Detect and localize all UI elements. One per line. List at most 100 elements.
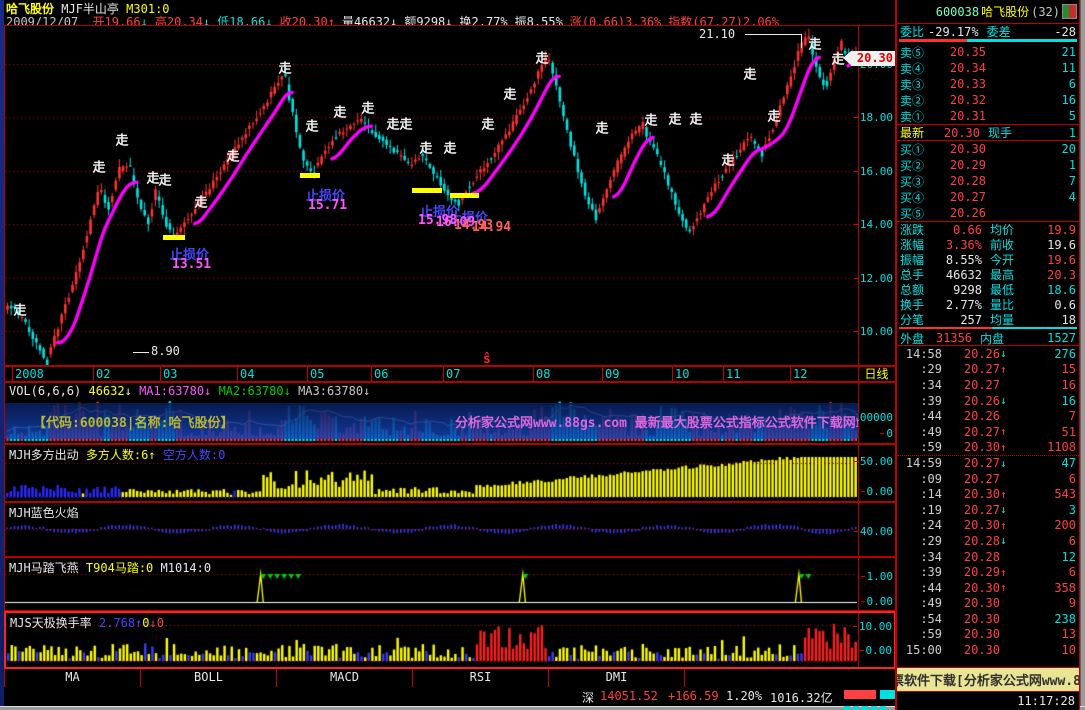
period-label[interactable]: 日线 bbox=[864, 367, 888, 381]
lanse-canvas[interactable] bbox=[5, 503, 857, 556]
bid-label: 买④ bbox=[900, 189, 934, 206]
tick-row: :2920.27↑15 bbox=[897, 362, 1079, 378]
tick-time: :49 bbox=[900, 596, 942, 610]
tick-direction-arrow: ↑ bbox=[1000, 363, 1012, 376]
tick-direction-arrow: ↑ bbox=[1000, 488, 1012, 501]
ask-volume: 16 bbox=[986, 93, 1076, 107]
ad-banner-site: 分析家公式网www.88gs.com 最新最大股票公式指标公式软件下载网站 bbox=[455, 412, 858, 431]
tick-time: :54 bbox=[900, 612, 942, 626]
ask-label: 卖② bbox=[900, 92, 934, 109]
stats-row: 总手46632最高20.3 bbox=[897, 267, 1079, 282]
stat-label: 均量 bbox=[990, 311, 1024, 328]
price-axis-tick: 10.00 bbox=[860, 325, 893, 338]
zou-mark: 走 bbox=[305, 116, 318, 135]
month-label: 03 bbox=[163, 367, 177, 381]
main-plot[interactable]: 走走走走走走走走走走走走走走走走走走走走走走走走走走走止损价止损价止损价止损价1… bbox=[5, 26, 859, 365]
ask-levels: 卖⑤20.3521卖④20.3411卖③20.336卖②20.3216卖①20.… bbox=[897, 44, 1079, 124]
vol-value: 46632 bbox=[88, 384, 124, 398]
weibi-row: 委比 -29.17% 委差 -28 bbox=[897, 24, 1079, 39]
tick-price: 20.30 bbox=[942, 581, 1000, 595]
zou-mark: 走 bbox=[743, 64, 756, 83]
tick-price: 20.30 bbox=[942, 612, 1000, 626]
zou-mark: 走 bbox=[194, 192, 207, 211]
month-label: 10 bbox=[675, 367, 689, 381]
adv-block-icon bbox=[844, 690, 876, 699]
scroll-ad-banner[interactable]: 票软件下载[分析家公式网www.88gs.com] bbox=[897, 667, 1079, 691]
ask-label: 卖④ bbox=[900, 60, 934, 77]
ad-banner-overlay[interactable]: 【代码:600038|名称:哈飞股份】 分析家公式网www.88gs.com 最… bbox=[5, 403, 858, 439]
market-meter-icon bbox=[844, 700, 896, 710]
tick-volume: 7 bbox=[1012, 409, 1076, 423]
tick-volume: 6 bbox=[1012, 472, 1076, 486]
ask-volume: 11 bbox=[986, 61, 1076, 75]
tab-dmi[interactable]: DMI bbox=[549, 669, 685, 687]
zou-mark: 走 bbox=[13, 300, 26, 319]
tick-time: :09 bbox=[900, 472, 942, 486]
window-frame-right bbox=[1080, 0, 1085, 710]
bid-label: 买① bbox=[900, 141, 934, 158]
tick-volume: 238 bbox=[1012, 612, 1076, 626]
stop-loss-value: 15.71 bbox=[308, 198, 347, 213]
stat-value: 8.55% bbox=[934, 253, 982, 267]
high-pointer-line bbox=[745, 34, 801, 35]
tick-price: 20.30 bbox=[942, 440, 1000, 454]
tab-boll[interactable]: BOLL bbox=[141, 669, 277, 687]
ask-price: 20.32 bbox=[934, 93, 986, 107]
stop-loss-value: 14.94 bbox=[472, 220, 511, 235]
tick-row: 15:0020.3010 bbox=[897, 642, 1079, 658]
vol-scale-bottom: 0 bbox=[886, 427, 893, 440]
tick-volume: 16 bbox=[1012, 394, 1076, 408]
zou-mark: 走 bbox=[595, 118, 608, 137]
tab-rsi[interactable]: RSI bbox=[413, 669, 549, 687]
month-tick-line bbox=[723, 367, 724, 381]
tick-time: 15:00 bbox=[900, 643, 942, 657]
quote-header[interactable]: 600038 哈飞股份 (32) bbox=[897, 0, 1079, 24]
price-axis-tick: 18.00 bbox=[860, 111, 893, 124]
inner-value: 1527 bbox=[1004, 331, 1076, 345]
volume-pane: VOL(6,6,6) 46632↓ MA1:63780↓ MA2:63780↓ … bbox=[4, 382, 896, 444]
tick-row: :5920.30↑1108 bbox=[897, 440, 1079, 456]
ask-label: 卖⑤ bbox=[900, 44, 934, 61]
current-price-tag: 20.30 bbox=[851, 51, 895, 66]
latest-label: 最新 bbox=[900, 124, 934, 141]
tick-row: :2420.30↑200 bbox=[897, 518, 1079, 534]
tick-price: 20.27 bbox=[942, 503, 1000, 517]
ask-level-row: 卖②20.3216 bbox=[897, 92, 1079, 108]
tick-time: 14:58 bbox=[900, 347, 942, 361]
bid-price: 20.30 bbox=[934, 142, 986, 156]
quote-panel: 600038 哈飞股份 (32) 委比 -29.17% 委差 -28 卖⑤20.… bbox=[895, 0, 1080, 710]
month-tick-line bbox=[12, 367, 13, 381]
tick-time: :24 bbox=[900, 518, 942, 532]
stat-value: 2.77% bbox=[934, 298, 982, 312]
tick-row: :4420.30↑358 bbox=[897, 580, 1079, 596]
mata-indicator-pane: MJH马踏飞燕 T904马踏:0 M1014:0 1.00 0.00 bbox=[4, 557, 896, 611]
tick-direction-arrow: ↓ bbox=[1000, 503, 1012, 516]
latest-price-row: 最新 20.30 现手 1 bbox=[897, 124, 1079, 141]
tick-list[interactable]: 14:5820.26↓276:2920.27↑15:3420.2716:3920… bbox=[897, 346, 1079, 667]
tick-time: :49 bbox=[900, 425, 942, 439]
tick-direction-arrow: ↑ bbox=[1000, 441, 1012, 454]
time-axis-strip: 20080203040506070809101112 日线 bbox=[4, 366, 896, 382]
tab-ma[interactable]: MA bbox=[5, 669, 141, 687]
tick-row: :3920.29↑6 bbox=[897, 564, 1079, 580]
stat-value: 19.9 bbox=[1024, 223, 1076, 237]
tick-time: :44 bbox=[900, 409, 942, 423]
tick-time: :34 bbox=[900, 378, 942, 392]
mini-chart-icon[interactable] bbox=[1062, 4, 1077, 19]
ask-volume: 5 bbox=[986, 109, 1076, 123]
price-axis: 20.0018.0016.0014.0012.0010.0020.30 bbox=[858, 26, 895, 365]
tick-volume: 1108 bbox=[1012, 440, 1076, 454]
indicator-tab-bar: MABOLLMACDRSIDMI bbox=[4, 669, 897, 687]
tick-row: :4920.309 bbox=[897, 596, 1079, 612]
tick-price: 20.30 bbox=[942, 627, 1000, 641]
tick-time: :59 bbox=[900, 627, 942, 641]
outer-label: 外盘 bbox=[900, 330, 924, 347]
ask-price: 20.31 bbox=[934, 109, 986, 123]
stat-value: 20.3 bbox=[1024, 268, 1076, 282]
vol-ma2: MA2:63780 bbox=[219, 384, 284, 398]
stats-row: 振幅8.55%今开19.6 bbox=[897, 252, 1079, 267]
tick-time: :44 bbox=[900, 581, 942, 595]
weibi-label: 委比 bbox=[900, 23, 924, 40]
stop-loss-value: 13.51 bbox=[172, 257, 211, 272]
tab-macd[interactable]: MACD bbox=[277, 669, 413, 687]
